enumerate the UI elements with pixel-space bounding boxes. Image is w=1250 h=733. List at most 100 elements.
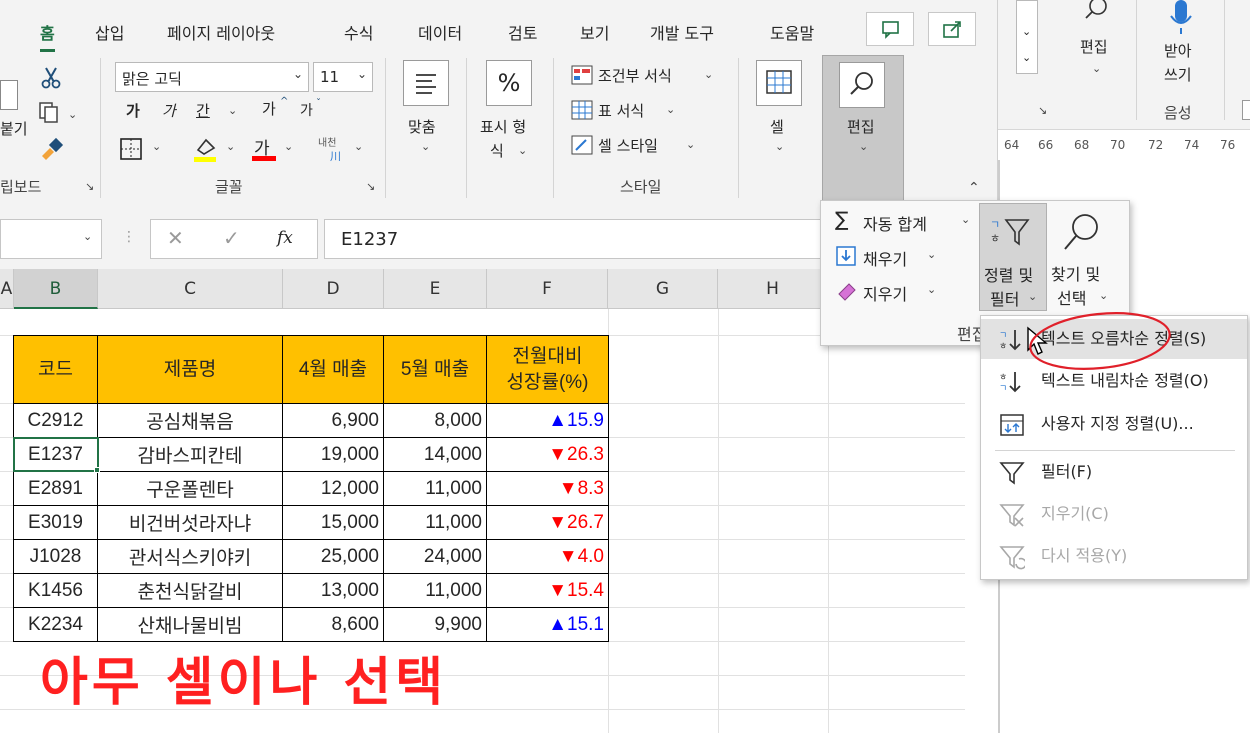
column-header-e[interactable]: E [384,269,487,309]
sort-filter-button[interactable]: ㄱㅎ 정렬 및 필터 ⌄ [979,203,1047,311]
comments-button[interactable] [866,12,914,46]
cell-april-sales[interactable]: 25,000 [282,539,384,574]
tab-help[interactable]: 도움말 [770,20,814,44]
number-format-label-1[interactable]: 표시 형 [480,116,526,137]
column-header-g[interactable]: G [608,269,718,309]
cell-code[interactable]: E2891 [13,471,98,506]
editing-launcher-icon[interactable]: ↘ [1038,104,1047,117]
chevron-down-icon[interactable]: ⌄ [686,138,695,151]
cell-may-sales[interactable]: 14,000 [383,437,487,472]
header-april-sales[interactable]: 4월 매출 [282,335,384,404]
chevron-down-icon[interactable]: ⌄ [354,140,363,153]
tab-data[interactable]: 데이터 [418,20,462,44]
cell-april-sales[interactable]: 19,000 [282,437,384,472]
chevron-down-icon[interactable]: ⌄ [226,140,235,153]
dictate-label-2[interactable]: 쓰기 [1164,64,1192,85]
chevron-down-icon[interactable]: ⌄ [1092,62,1101,75]
cells-label[interactable]: 셀 [770,116,784,137]
header-growth[interactable]: 전월대비 성장률(%) [486,335,609,404]
clear-button[interactable]: 지우기 [863,281,907,305]
cell-may-sales[interactable]: 8,000 [383,403,487,438]
clipboard-launcher-icon[interactable]: ↘ [85,180,94,193]
fill-button[interactable]: 채우기 [863,246,907,270]
underline-button[interactable]: 간 [196,100,210,121]
cell-product-name[interactable]: 춘천식닭갈비 [97,573,283,608]
collapse-ribbon-icon[interactable]: ⌃ [968,180,980,196]
find-select-label-1[interactable]: 찾기 및 [1051,261,1100,285]
shrink-font-button[interactable]: 가 [300,100,313,120]
tab-review[interactable]: 검토 [508,20,537,44]
more-styles-icon[interactable]: ⌄ [1022,51,1031,64]
chevron-down-icon[interactable]: ⌄ [775,140,784,153]
cell-growth-rate[interactable]: ▼8.3 [486,471,609,506]
header-may-sales[interactable]: 5월 매출 [383,335,487,404]
chevron-down-icon[interactable]: ⌄ [421,140,430,153]
name-box[interactable]: ⌄ [0,219,102,259]
header-product[interactable]: 제품명 [97,335,283,404]
tab-home[interactable]: 홈 [40,20,55,52]
cell-product-name[interactable]: 감바스피칸테 [97,437,283,472]
chevron-down-icon[interactable]: ⌄ [284,140,293,153]
chevron-down-icon[interactable]: ⌄ [228,104,237,117]
word-style-scroller[interactable]: ⌄ ⌄ [1016,0,1038,74]
paste-icon[interactable] [0,80,18,110]
cell-code[interactable]: E3019 [13,505,98,540]
number-format-button[interactable]: % [486,60,532,106]
cell-code[interactable]: K2234 [13,607,98,642]
fill-color-icon[interactable] [190,134,220,164]
tab-formulas[interactable]: 수식 [344,20,373,44]
cell-product-name[interactable]: 산채나물비빔 [97,607,283,642]
header-code[interactable]: 코드 [13,335,98,404]
chevron-down-icon[interactable]: ⌄ [83,230,92,243]
tab-view[interactable]: 보기 [580,20,609,44]
tab-developer[interactable]: 개발 도구 [650,20,714,44]
chevron-down-icon[interactable]: ⌄ [927,248,936,261]
cancel-icon[interactable]: ✕ [167,226,184,250]
conditional-format-button[interactable]: 조건부 서식 [598,65,672,86]
enter-icon[interactable]: ✓ [223,226,240,250]
cell-april-sales[interactable]: 12,000 [282,471,384,506]
alignment-button[interactable] [403,60,449,106]
cell-code[interactable]: K1456 [13,573,98,608]
cell-growth-rate[interactable]: ▼15.4 [486,573,609,608]
format-painter-icon[interactable] [38,136,66,164]
cell-growth-rate[interactable]: ▼26.7 [486,505,609,540]
font-launcher-icon[interactable]: ↘ [366,180,375,193]
editing-button[interactable]: 편집 ⌄ [822,55,904,203]
font-size-combo[interactable]: 11 ⌄ [313,62,373,92]
grow-font-button[interactable]: 가 [262,98,276,119]
number-format-label-2[interactable]: 식 [490,140,504,161]
cell-may-sales[interactable]: 11,000 [383,471,487,506]
chevron-down-icon[interactable]: ⌄ [518,144,527,157]
cell-may-sales[interactable]: 11,000 [383,505,487,540]
chevron-down-icon[interactable]: ⌄ [152,140,161,153]
cell-may-sales[interactable]: 9,900 [383,607,487,642]
autosum-button[interactable]: 자동 합계 [863,211,927,235]
dictate-label-1[interactable]: 받아 [1164,40,1192,61]
cell-growth-rate[interactable]: ▼4.0 [486,539,609,574]
column-header-a[interactable]: A [0,269,14,309]
column-header-h[interactable]: H [718,269,828,309]
copy-icon[interactable]: ⌄ [36,100,80,126]
menu-item-custom-sort[interactable]: 사용자 지정 정렬(U)... [981,404,1247,444]
column-header-c[interactable]: C [98,269,283,309]
menu-item-filter[interactable]: 필터(F) [981,452,1247,492]
cell-april-sales[interactable]: 8,600 [282,607,384,642]
cells-button[interactable] [756,60,802,106]
chevron-down-icon[interactable]: ⌄ [357,67,367,81]
chevron-down-icon[interactable]: ⌄ [927,283,936,296]
column-header-f[interactable]: F [487,269,608,309]
cell-april-sales[interactable]: 13,000 [282,573,384,608]
share-button[interactable] [928,12,976,46]
chevron-down-icon[interactable]: ⌄ [961,213,970,226]
bold-button[interactable]: 가 [126,100,140,121]
chevron-down-icon[interactable]: ⌄ [1022,25,1031,38]
cell-code[interactable]: J1028 [13,539,98,574]
format-as-table-button[interactable]: 표 서식 [598,100,644,121]
paste-label[interactable]: 붙기 [0,118,28,139]
phonetic-guide-top[interactable]: 내천 [318,134,336,149]
column-header-b[interactable]: B [14,269,98,309]
cell-growth-rate[interactable]: ▼26.3 [486,437,609,472]
cell-product-name[interactable]: 관서식스키야키 [97,539,283,574]
fill-handle[interactable] [94,467,100,473]
